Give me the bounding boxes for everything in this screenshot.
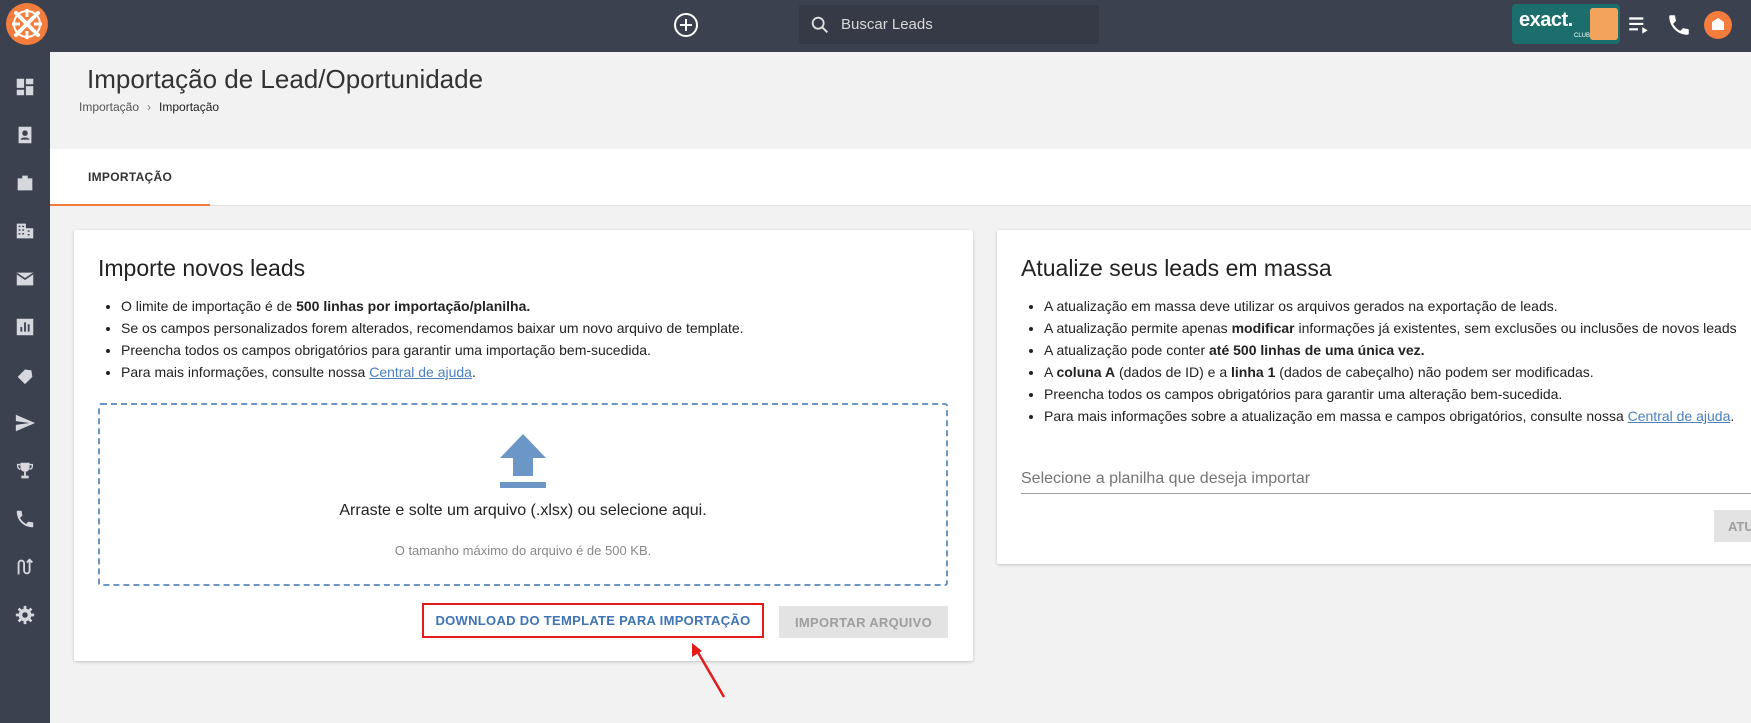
bullet-bold: linha 1 (1231, 364, 1276, 380)
tab-bar: IMPORTAÇÃO (50, 149, 1751, 206)
search-bar (799, 5, 1099, 44)
list-item: Preencha todos os campos obrigatórios pa… (121, 339, 744, 361)
playlist-icon[interactable] (1626, 12, 1652, 38)
bullet-text: Para mais informações, consulte nossa (121, 364, 370, 380)
bullet-text: O limite de importação é de (121, 298, 297, 314)
list-item: A atualização em massa deve utilizar os … (1044, 295, 1737, 317)
chevron-right-icon: › (147, 100, 152, 114)
upload-icon (500, 434, 546, 488)
contacts-icon[interactable] (14, 124, 36, 146)
update-card-title: Atualize seus leads em massa (1021, 255, 1332, 281)
exact-club-badge[interactable]: exact. CLUB (1512, 4, 1620, 44)
breadcrumb-item[interactable]: Importação (79, 100, 139, 114)
bullet-text: A atualização pode conter (1044, 342, 1210, 358)
sidebar (0, 52, 50, 723)
brand-name: exact. (1519, 9, 1573, 31)
list-item: Para mais informações, consulte nossa Ce… (121, 361, 744, 383)
bullet-text: (dados de ID) e a (1115, 364, 1232, 380)
phone-icon[interactable] (14, 508, 36, 530)
breadcrumb-current: Importação (159, 100, 220, 114)
import-card: Importe novos leads O limite de importaç… (74, 230, 973, 661)
list-item: O limite de importação é de 500 linhas p… (121, 295, 744, 317)
select-placeholder: Selecione a planilha que deseja importar (1021, 470, 1311, 487)
logo-icon (12, 9, 42, 39)
update-card: Atualize seus leads em massa A atualizaç… (997, 230, 1751, 564)
bullet-text: Para mais informações sobre a atualizaçã… (1044, 408, 1628, 424)
trophy-icon[interactable] (14, 460, 36, 482)
tab-label: IMPORTAÇÃO (88, 170, 173, 184)
app-logo[interactable] (6, 3, 48, 45)
bullet-text: (dados de cabeçalho) não podem ser modif… (1275, 364, 1594, 380)
search-icon[interactable] (809, 14, 831, 36)
bullet-bold: modificar (1231, 320, 1295, 336)
dropzone-text: Arraste e solte um arquivo (.xlsx) ou se… (339, 502, 707, 519)
building-icon[interactable] (14, 220, 36, 242)
bullet-bold: coluna A (1056, 364, 1116, 380)
bullet-bold: 500 linhas por importação/planilha. (296, 298, 531, 314)
list-item: A coluna A (dados de ID) e a linha 1 (da… (1044, 361, 1737, 383)
hand-icon (1590, 8, 1618, 40)
user-avatar-icon (1712, 18, 1724, 30)
import-file-button[interactable]: IMPORTAR ARQUIVO (779, 606, 948, 638)
bullet-text: A (1044, 364, 1057, 380)
avatar[interactable] (1704, 11, 1732, 39)
bullet-text: . (471, 364, 476, 380)
bullet-text: informações já existentes, sem exclusões… (1294, 320, 1737, 336)
top-bar: exact. CLUB (0, 0, 1751, 52)
annotation-arrow-icon (692, 643, 726, 698)
mail-icon[interactable] (14, 268, 36, 290)
add-icon[interactable] (674, 13, 698, 37)
send-icon[interactable] (14, 412, 36, 434)
update-info-list: A atualização em massa deve utilizar os … (1044, 295, 1737, 427)
dashboard-icon[interactable] (14, 76, 36, 98)
page-title: Importação de Lead/Oportunidade (87, 64, 484, 94)
list-item: Se os campos personalizados forem altera… (121, 317, 744, 339)
dropzone-hint: O tamanho máximo do arquivo é de 500 KB. (394, 543, 652, 558)
briefcase-icon[interactable] (14, 172, 36, 194)
list-item: Para mais informações sobre a atualizaçã… (1044, 405, 1737, 427)
settings-icon[interactable] (14, 604, 36, 626)
brand-sub: CLUB (1574, 33, 1591, 39)
flow-icon[interactable] (14, 556, 36, 578)
help-center-link[interactable]: Central de ajuda (1628, 408, 1731, 424)
reports-icon[interactable] (14, 316, 36, 338)
bullet-bold: até 500 linhas de uma única vez. (1209, 342, 1425, 358)
search-input[interactable] (841, 5, 1091, 44)
import-card-title: Importe novos leads (98, 255, 306, 281)
file-dropzone[interactable]: Arraste e solte um arquivo (.xlsx) ou se… (98, 403, 948, 586)
tab-importacao[interactable]: IMPORTAÇÃO (50, 149, 210, 206)
tags-icon[interactable] (14, 364, 36, 386)
bullet-text: A atualização permite apenas (1044, 320, 1232, 336)
import-info-list: O limite de importação é de 500 linhas p… (121, 295, 744, 383)
help-center-link[interactable]: Central de ajuda (369, 364, 472, 380)
update-button[interactable]: ATU (1714, 510, 1751, 542)
list-item: A atualização pode conter até 500 linhas… (1044, 339, 1737, 361)
list-item: A atualização permite apenas modificar i… (1044, 317, 1737, 339)
download-template-button[interactable]: DOWNLOAD DO TEMPLATE PARA IMPORTAÇÃO (422, 603, 764, 638)
phone-icon[interactable] (1666, 12, 1692, 38)
spreadsheet-select[interactable]: Selecione a planilha que deseja importar (1021, 464, 1751, 494)
bullet-text: . (1730, 408, 1735, 424)
list-item: Preencha todos os campos obrigatórios pa… (1044, 383, 1737, 405)
breadcrumb: Importação › Importação (79, 100, 219, 114)
